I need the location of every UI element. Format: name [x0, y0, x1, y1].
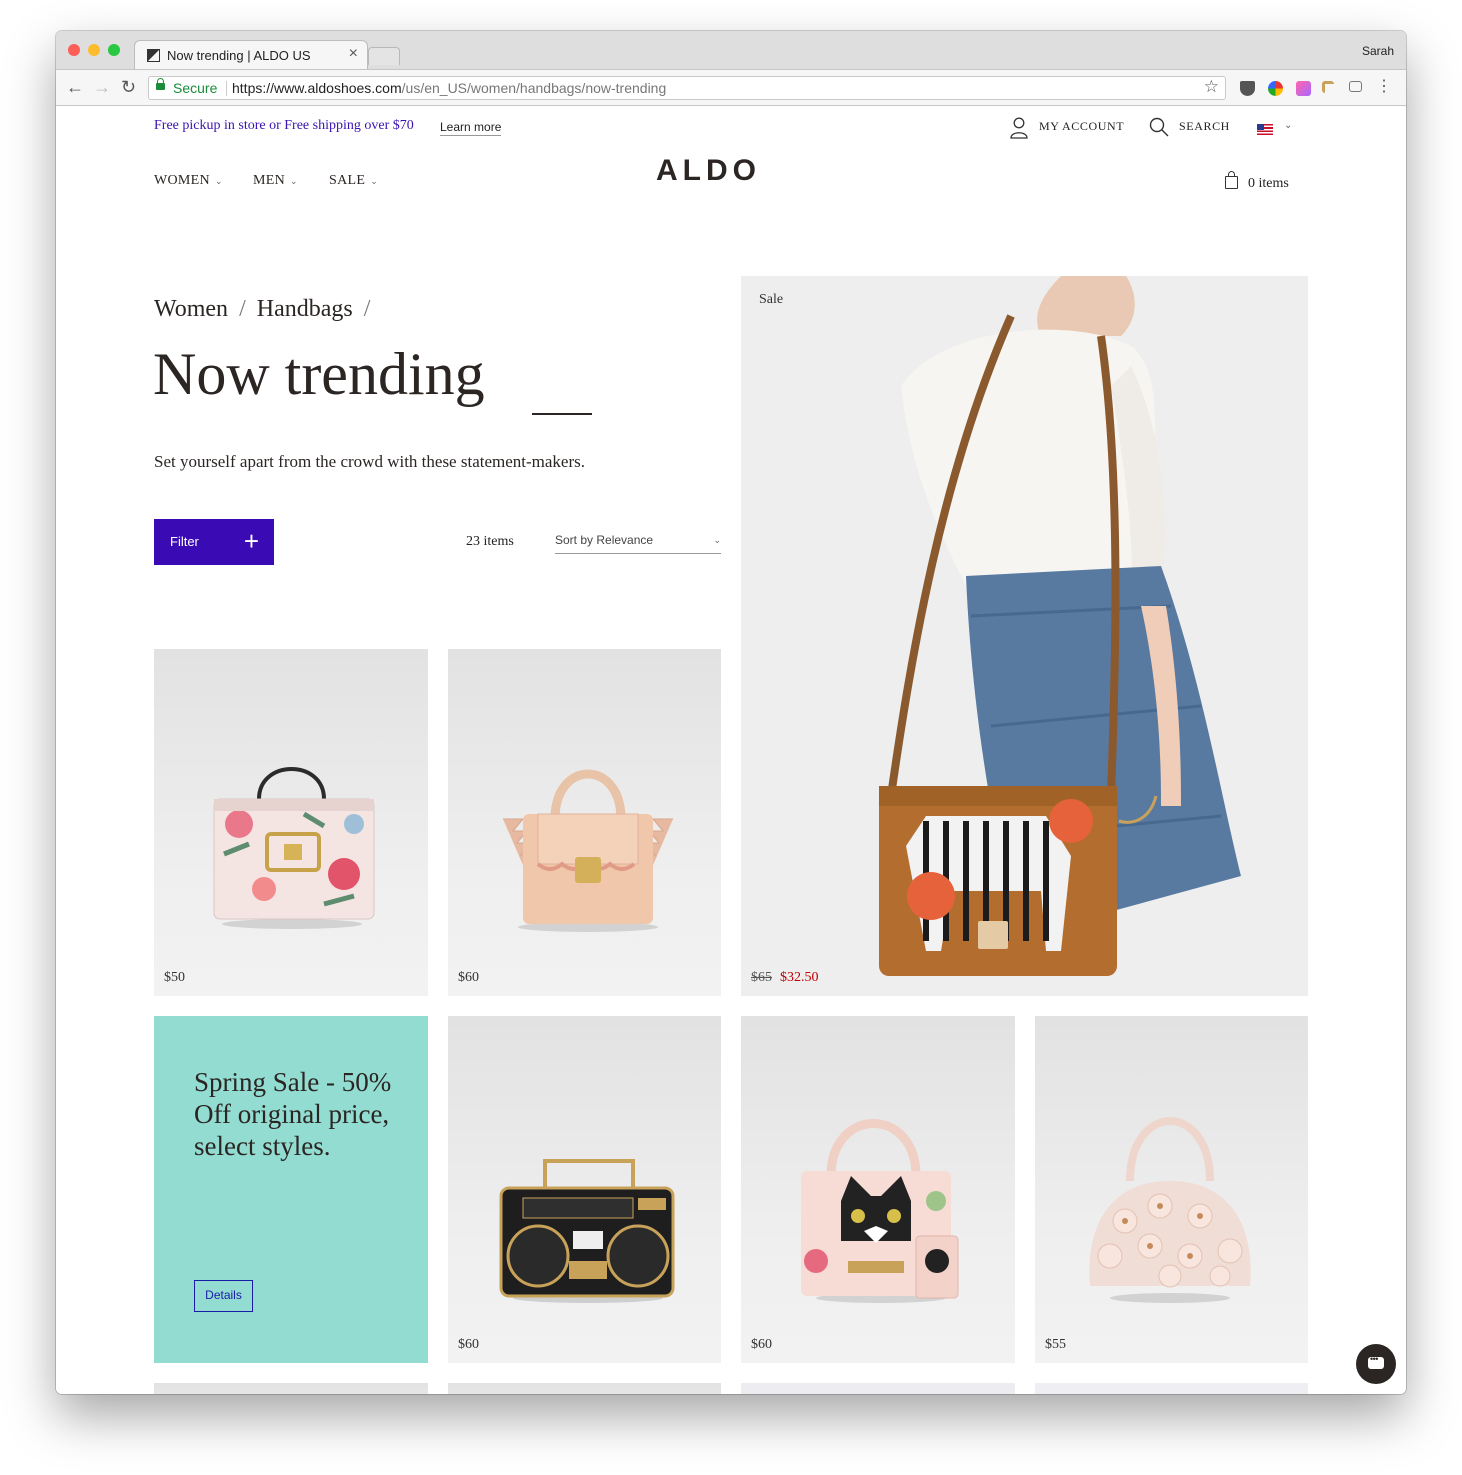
my-account-link[interactable]: MY ACCOUNT — [1039, 119, 1124, 134]
filter-button[interactable]: Filter + — [154, 519, 274, 565]
product-card[interactable] — [448, 1383, 721, 1394]
page-subtitle: Set yourself apart from the crowd with t… — [154, 452, 586, 471]
model-zebra-bag-image — [879, 276, 1241, 976]
original-price: $65 — [751, 970, 772, 985]
search-icon[interactable] — [1149, 117, 1169, 137]
browser-titlebar: Now trending | ALDO US × Sarah — [56, 31, 1406, 71]
product-price: $60 — [458, 970, 479, 985]
flower-dome-bag-image — [1089, 1117, 1251, 1303]
aldo-logo[interactable]: ALDO — [656, 154, 790, 188]
product-card[interactable] — [741, 1383, 1015, 1394]
learn-more-link[interactable]: Learn more — [440, 120, 502, 136]
maximize-window-button[interactable] — [108, 44, 120, 56]
product-card[interactable] — [1035, 1383, 1308, 1394]
spring-sale-promo-card: Spring Sale - 50% Off original price, se… — [154, 1016, 428, 1363]
new-tab-button[interactable] — [368, 47, 400, 65]
product-price: $55 — [1045, 1337, 1066, 1352]
minimize-window-button[interactable] — [88, 44, 100, 56]
reload-icon[interactable]: ↻ — [121, 77, 136, 97]
browser-window: Now trending | ALDO US × Sarah ← → ↻ Sec… — [56, 31, 1406, 1394]
product-card[interactable]: $55 — [1035, 1016, 1308, 1363]
nav-women[interactable]: WOMEN ⌄ — [154, 173, 223, 189]
page-title: Now trending — [153, 341, 485, 407]
product-card[interactable]: $60 — [448, 649, 721, 996]
product-price: $60 — [751, 1337, 772, 1352]
tab-title: Now trending | ALDO US — [167, 48, 311, 63]
web-page: Free pickup in store or Free shipping ov… — [56, 106, 1406, 1394]
address-bar[interactable]: Secure https://www.aldoshoes.com/us/en_U… — [148, 76, 1226, 100]
pocket-extension-icon[interactable] — [1240, 81, 1255, 96]
breadcrumb-separator: / — [239, 296, 246, 322]
ruffle-handbag-image — [503, 769, 673, 932]
chevron-down-icon: ⌄ — [290, 176, 298, 186]
country-chevron-icon[interactable]: ⌄ — [1284, 120, 1292, 131]
browser-toolbar: ← → ↻ Secure https://www.aldoshoes.com/u… — [56, 69, 1406, 106]
product-price: $50 — [164, 970, 185, 985]
chevron-down-icon: ⌄ — [713, 535, 721, 545]
gradient-extension-icon[interactable] — [1296, 81, 1311, 96]
bookmark-star-icon[interactable]: ☆ — [1204, 77, 1219, 97]
url-text: https://www.aldoshoes.com/us/en_US/women… — [232, 80, 666, 96]
chevron-down-icon: ⌄ — [214, 176, 223, 186]
screenshot-extension-icon[interactable] — [1349, 81, 1362, 92]
promo-title: Spring Sale - 50% Off original price, se… — [194, 1067, 392, 1161]
sale-price: $32.50 — [780, 970, 819, 985]
plus-icon: + — [243, 526, 259, 556]
filter-label: Filter — [170, 534, 199, 549]
sort-label: Sort by Relevance — [555, 533, 654, 547]
color-picker-extension-icon[interactable] — [1268, 81, 1283, 96]
product-card[interactable]: $60 — [741, 1016, 1015, 1363]
floral-handbag-image — [213, 767, 375, 929]
shipping-promo-text[interactable]: Free pickup in store or Free shipping ov… — [154, 118, 414, 134]
ruler-extension-icon[interactable] — [1322, 81, 1334, 93]
browser-tab[interactable]: Now trending | ALDO US × — [134, 40, 368, 71]
profile-name[interactable]: Sarah — [1362, 44, 1394, 58]
boombox-bag-image — [499, 1159, 675, 1303]
breadcrumb-handbags[interactable]: Handbags — [257, 296, 353, 322]
item-count: 23 items — [466, 534, 514, 549]
sale-badge: Sale — [759, 292, 784, 307]
forward-icon[interactable]: → — [93, 77, 111, 97]
cart-count[interactable]: 0 items — [1248, 176, 1289, 192]
details-button[interactable]: Details — [194, 1280, 253, 1312]
user-icon[interactable] — [1010, 117, 1028, 139]
shopping-bag-icon[interactable] — [1225, 171, 1238, 189]
nav-men[interactable]: MEN ⌄ — [253, 173, 298, 189]
close-window-button[interactable] — [68, 44, 80, 56]
breadcrumb-separator: / — [363, 296, 371, 322]
cat-handbag-image — [801, 1119, 959, 1303]
address-divider — [226, 81, 227, 96]
product-card-featured[interactable]: Sale $65 $32.50 — [741, 276, 1308, 996]
tab-close-icon[interactable]: × — [349, 45, 358, 63]
breadcrumb-women[interactable]: Women — [154, 296, 228, 322]
nav-sale-label: SALE — [329, 173, 366, 188]
nav-sale[interactable]: SALE ⌄ — [329, 173, 378, 189]
url-host: https://www.aldoshoes.com — [232, 80, 402, 96]
product-card[interactable] — [154, 1383, 428, 1394]
aldo-favicon-icon — [147, 49, 160, 62]
nav-men-label: MEN — [253, 173, 286, 188]
chat-icon[interactable] — [1356, 1344, 1396, 1384]
lock-icon — [156, 78, 165, 90]
product-price: $60 — [458, 1337, 479, 1352]
us-flag-icon[interactable] — [1257, 124, 1273, 135]
title-rule — [532, 413, 592, 415]
url-path: /us/en_US/women/handbags/now-trending — [401, 80, 667, 96]
search-link[interactable]: SEARCH — [1179, 119, 1230, 134]
back-icon[interactable]: ← — [66, 77, 84, 97]
chevron-down-icon: ⌄ — [370, 176, 379, 186]
secure-label: Secure — [173, 80, 218, 96]
browser-menu-icon[interactable]: ⋮ — [1376, 78, 1392, 96]
product-card[interactable]: $60 — [448, 1016, 721, 1363]
breadcrumb: Women / Handbags / — [154, 296, 381, 323]
nav-women-label: WOMEN — [154, 173, 210, 188]
product-price: $65 $32.50 — [751, 970, 819, 986]
product-card[interactable]: $50 — [154, 649, 428, 996]
sort-dropdown[interactable]: Sort by Relevance ⌄ — [555, 533, 721, 554]
